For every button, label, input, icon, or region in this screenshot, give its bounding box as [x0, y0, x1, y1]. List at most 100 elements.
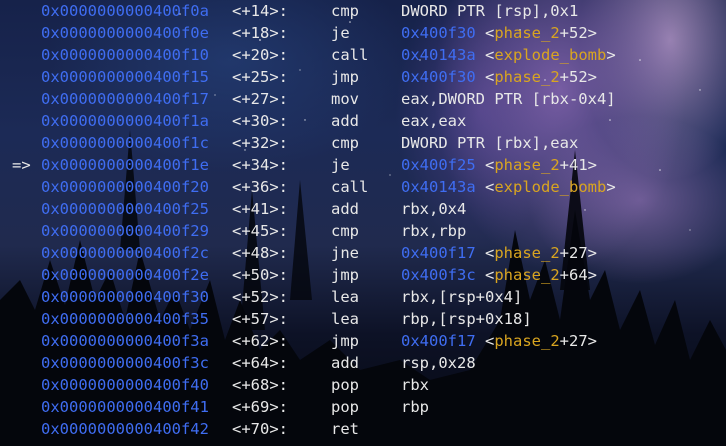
symbol-offset: +27> — [559, 332, 597, 350]
symbol-open-bracket: < — [475, 266, 495, 284]
symbol-open-bracket: < — [475, 156, 495, 174]
instruction-operands: 0x400f30 <phase_2+52> — [401, 66, 597, 88]
instruction-offset: <+50>: — [232, 266, 288, 284]
instruction-mnemonic: call — [331, 46, 369, 64]
instruction-mnemonic: add — [331, 200, 359, 218]
symbol-offset: +64> — [559, 266, 597, 284]
jump-target-address: 0x40143a — [401, 46, 476, 64]
instruction-offset: <+69>: — [232, 398, 288, 416]
operand-text: eax,DWORD PTR [rbx-0x4] — [401, 90, 616, 108]
symbol-open-bracket: < — [475, 244, 495, 262]
instruction-address: 0x0000000000400f35 — [41, 310, 209, 328]
symbol-offset: > — [606, 178, 616, 196]
instruction-operands: 0x400f25 <phase_2+41> — [401, 154, 597, 176]
instruction-offset: <+41>: — [232, 200, 288, 218]
instruction-offset: <+68>: — [232, 376, 288, 394]
instruction-operands: rbx — [401, 374, 429, 396]
instruction-mnemonic: jmp — [331, 332, 359, 350]
jump-target-address: 0x400f25 — [401, 156, 476, 174]
symbol-open-bracket: < — [475, 178, 495, 196]
instruction-offset: <+32>: — [232, 134, 288, 152]
instruction-address: 0x0000000000400f25 — [41, 200, 209, 218]
operand-text: rbx,rbp — [401, 222, 467, 240]
operand-text: rbx,[rsp+0x4] — [401, 288, 523, 306]
symbol-name: explode_bomb — [494, 46, 607, 64]
instruction-address: 0x0000000000400f10 — [41, 46, 209, 64]
instruction-operands: DWORD PTR [rbx],eax — [401, 132, 578, 154]
instruction-address: 0x0000000000400f30 — [41, 288, 209, 306]
instruction-address: 0x0000000000400f1e — [41, 156, 209, 174]
instruction-offset: <+36>: — [232, 178, 288, 196]
instruction-operands: 0x40143a <explode_bomb> — [401, 176, 616, 198]
instruction-address: 0x0000000000400f3c — [41, 354, 209, 372]
operand-text: rbp,[rsp+0x18] — [401, 310, 532, 328]
symbol-name: phase_2 — [494, 332, 560, 350]
instruction-address: 0x0000000000400f2c — [41, 244, 209, 262]
symbol-offset: > — [606, 46, 616, 64]
instruction-address: 0x0000000000400f29 — [41, 222, 209, 240]
jump-target-address: 0x400f17 — [401, 332, 476, 350]
instruction-offset: <+25>: — [232, 68, 288, 86]
instruction-address: 0x0000000000400f1a — [41, 112, 209, 130]
instruction-address: 0x0000000000400f2e — [41, 266, 209, 284]
instruction-offset: <+30>: — [232, 112, 288, 130]
instruction-mnemonic: je — [331, 156, 350, 174]
instruction-offset: <+57>: — [232, 310, 288, 328]
jump-target-address: 0x400f30 — [401, 68, 476, 86]
instruction-offset: <+62>: — [232, 332, 288, 350]
instruction-operands: 0x400f17 <phase_2+27> — [401, 330, 597, 352]
instruction-address: 0x0000000000400f17 — [41, 90, 209, 108]
instruction-mnemonic: add — [331, 112, 359, 130]
symbol-name: explode_bomb — [494, 178, 607, 196]
instruction-address: 0x0000000000400f42 — [41, 420, 209, 438]
instruction-operands: rsp,0x28 — [401, 352, 476, 374]
symbol-offset: +41> — [559, 156, 597, 174]
instruction-mnemonic: ret — [331, 420, 359, 438]
symbol-name: phase_2 — [494, 244, 560, 262]
instruction-offset: <+34>: — [232, 156, 288, 174]
instruction-offset: <+27>: — [232, 90, 288, 108]
symbol-open-bracket: < — [475, 24, 495, 42]
instruction-operands: rbp,[rsp+0x18] — [401, 308, 532, 330]
instruction-address: 0x0000000000400f40 — [41, 376, 209, 394]
instruction-operands: 0x400f17 <phase_2+27> — [401, 242, 597, 264]
symbol-name: phase_2 — [494, 156, 560, 174]
instruction-mnemonic: jmp — [331, 266, 359, 284]
symbol-open-bracket: < — [475, 332, 495, 350]
instruction-mnemonic: pop — [331, 376, 359, 394]
operand-text: rsp,0x28 — [401, 354, 476, 372]
instruction-address: 0x0000000000400f15 — [41, 68, 209, 86]
symbol-open-bracket: < — [475, 46, 495, 64]
instruction-mnemonic: jmp — [331, 68, 359, 86]
operand-text: rbx — [401, 376, 429, 394]
jump-target-address: 0x400f3c — [401, 266, 476, 284]
instruction-address: 0x0000000000400f20 — [41, 178, 209, 196]
current-instruction-arrow: => — [12, 156, 31, 174]
symbol-name: phase_2 — [494, 24, 560, 42]
instruction-mnemonic: lea — [331, 288, 359, 306]
instruction-mnemonic: pop — [331, 398, 359, 416]
instruction-mnemonic: mov — [331, 90, 359, 108]
instruction-operands: 0x400f30 <phase_2+52> — [401, 22, 597, 44]
instruction-operands: 0x40143a <explode_bomb> — [401, 44, 616, 66]
instruction-operands: rbx,0x4 — [401, 198, 466, 220]
instruction-mnemonic: cmp — [331, 2, 359, 20]
symbol-name: phase_2 — [494, 68, 560, 86]
instruction-offset: <+64>: — [232, 354, 288, 372]
instruction-offset: <+70>: — [232, 420, 288, 438]
instruction-offset: <+45>: — [232, 222, 288, 240]
symbol-offset: +27> — [559, 244, 597, 262]
instruction-address: 0x0000000000400f3a — [41, 332, 209, 350]
instruction-operands: rbx,rbp — [401, 220, 466, 242]
instruction-address: 0x0000000000400f1c — [41, 134, 209, 152]
symbol-offset: +52> — [559, 68, 597, 86]
instruction-mnemonic: call — [331, 178, 369, 196]
instruction-operands: DWORD PTR [rsp],0x1 — [401, 0, 578, 22]
instruction-offset: <+20>: — [232, 46, 288, 64]
symbol-offset: +52> — [559, 24, 597, 42]
instruction-address: 0x0000000000400f0a — [41, 2, 209, 20]
instruction-operands: 0x400f3c <phase_2+64> — [401, 264, 597, 286]
instruction-mnemonic: cmp — [331, 222, 359, 240]
instruction-operands: rbp — [401, 396, 429, 418]
instruction-mnemonic: cmp — [331, 134, 359, 152]
